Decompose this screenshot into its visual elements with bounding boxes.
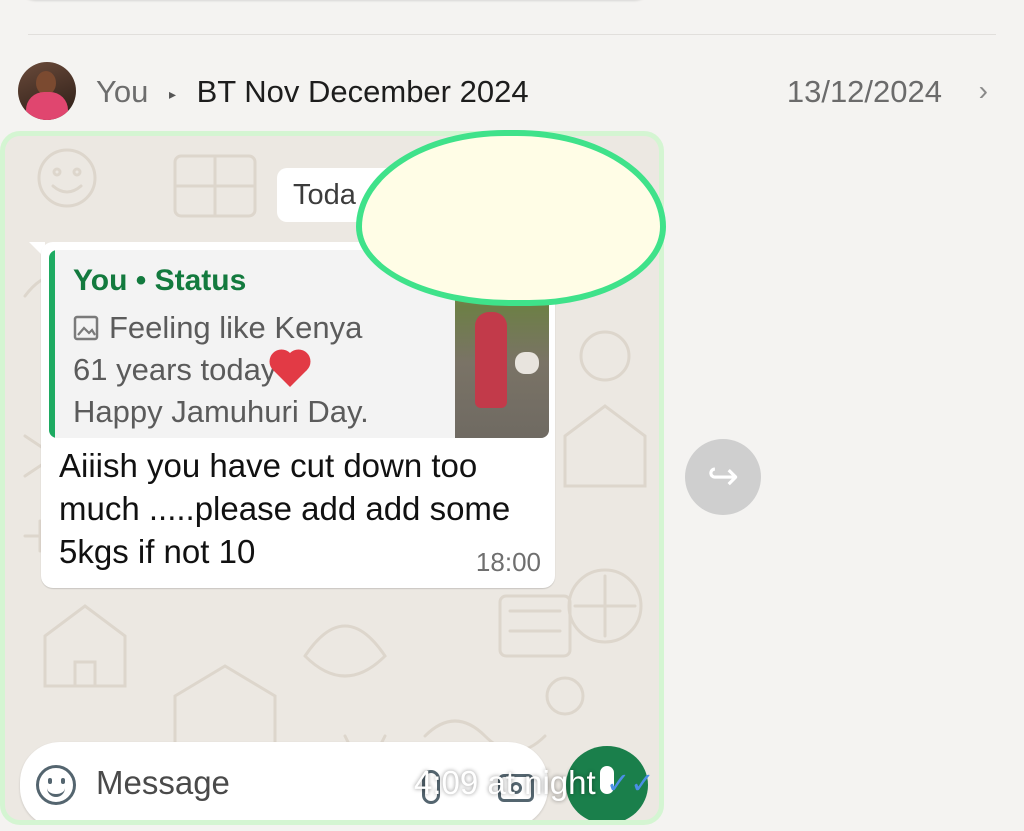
quote-line-2: 61 years today xyxy=(73,352,308,388)
quote-line-3: Happy Jamuhuri Day. xyxy=(73,394,369,429)
message-placeholder: Message xyxy=(96,764,230,801)
heart-icon xyxy=(273,353,308,387)
quote-line-1-text: Feeling like Kenya xyxy=(109,310,363,345)
chat-header[interactable]: You ▸ BT Nov December 2024 13/12/2024 › xyxy=(18,62,1006,122)
thumbnail-dog xyxy=(515,352,539,374)
caption-overlay: 4:09 at night xyxy=(414,764,596,801)
divider xyxy=(28,34,996,35)
thumbnail-person xyxy=(475,312,507,408)
avatar[interactable] xyxy=(18,62,76,120)
chat-name: BT Nov December 2024 xyxy=(196,74,529,109)
author-name: You xyxy=(96,74,149,109)
message-text: Aiiish you have cut down too much .....p… xyxy=(59,447,511,570)
chevron-right-icon[interactable]: › xyxy=(979,75,988,107)
image-icon xyxy=(73,315,99,341)
breadcrumb: You ▸ BT Nov December 2024 xyxy=(96,74,529,112)
quote-line-1: Feeling like Kenya xyxy=(73,310,362,346)
forward-icon: ↪ xyxy=(707,456,739,498)
avatar-shirt xyxy=(26,92,68,120)
quote-title: You • Status xyxy=(73,264,247,297)
read-ticks-icon: ✓✓ xyxy=(606,768,655,800)
breadcrumb-arrow-icon: ▸ xyxy=(168,85,176,102)
quote-accent-bar xyxy=(49,250,55,438)
quote-line-2-text: 61 years today xyxy=(73,352,277,387)
forward-button[interactable]: ↪ xyxy=(685,439,761,515)
message-date: 13/12/2024 xyxy=(786,74,942,109)
message-time: 18:00 xyxy=(475,547,541,577)
speech-bubble-sticker xyxy=(356,130,666,306)
emoji-icon[interactable] xyxy=(36,765,76,805)
